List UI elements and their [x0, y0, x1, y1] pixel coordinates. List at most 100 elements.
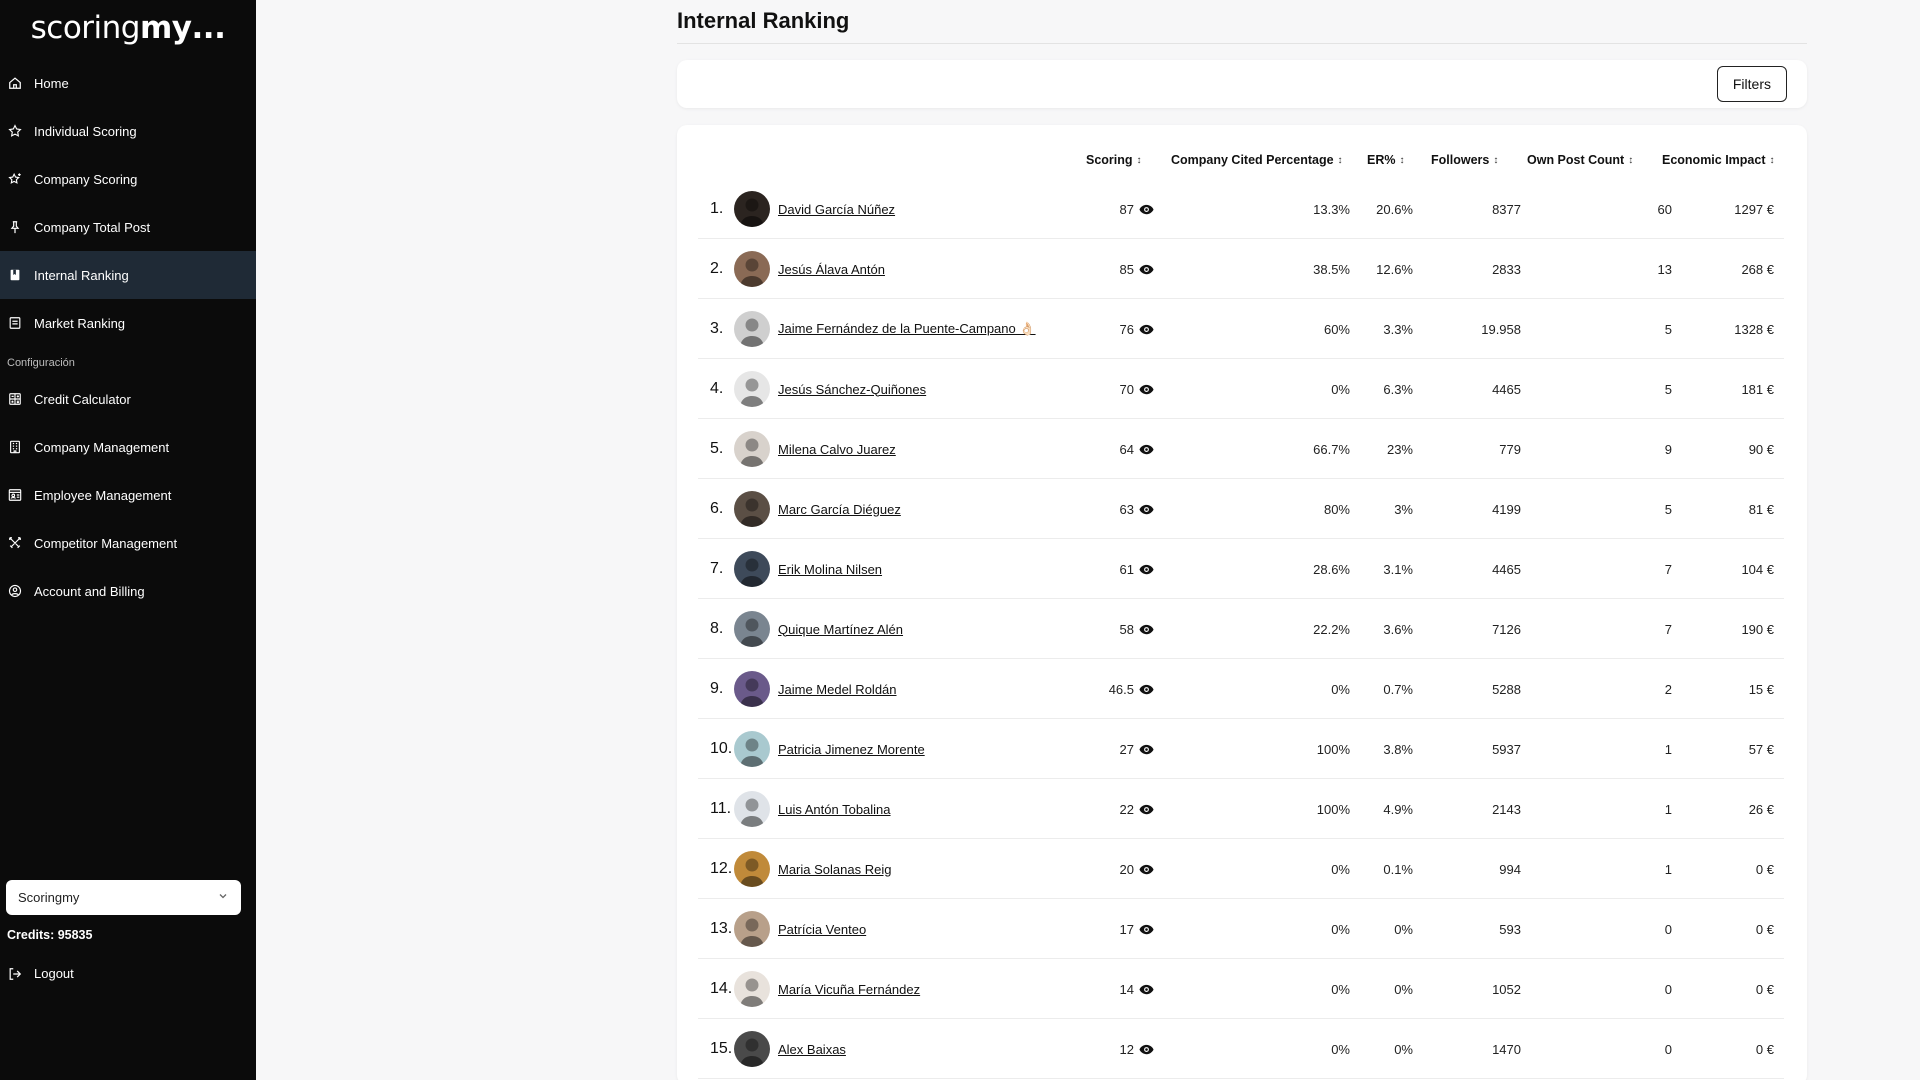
app-logo[interactable]: scoring my... [0, 0, 256, 52]
title-divider [677, 43, 1807, 44]
er-value: 0% [1394, 921, 1413, 937]
er-value: 3.8% [1383, 741, 1413, 757]
scoring-value: 20 [1119, 861, 1134, 877]
eye-icon[interactable] [1139, 564, 1154, 575]
avatar[interactable] [734, 971, 770, 1007]
impact-value: 15 € [1748, 681, 1774, 697]
cited-value: 100% [1316, 741, 1350, 757]
sidebar-item-company-total-post[interactable]: Company Total Post [0, 203, 256, 251]
filters-button[interactable]: Filters [1716, 66, 1787, 102]
eye-icon[interactable] [1139, 804, 1154, 815]
sidebar-item-employee-management[interactable]: Employee Management [0, 471, 256, 519]
avatar[interactable] [734, 791, 770, 827]
avatar[interactable] [734, 311, 770, 347]
sidebar-item-label: Company Scoring [34, 171, 138, 187]
eye-icon[interactable] [1139, 204, 1154, 215]
sidebar-item-account-billing[interactable]: Account and Billing [0, 567, 256, 615]
avatar[interactable] [734, 431, 770, 467]
employee-name-link[interactable]: Quique Martínez Alén [778, 599, 903, 659]
avatar[interactable] [734, 251, 770, 287]
employee-name-link[interactable]: Maria Solanas Reig [778, 839, 891, 899]
employee-name-link[interactable]: Jesús Sánchez-Quiñones [778, 359, 926, 419]
rank-number: 8. [710, 620, 724, 637]
employee-name-link[interactable]: Erik Molina Nilsen [778, 539, 882, 599]
impact-value: 0 € [1755, 981, 1774, 997]
cited-value: 0% [1331, 921, 1350, 937]
sidebar-item-company-scoring[interactable]: Company Scoring [0, 155, 256, 203]
eye-icon[interactable] [1139, 264, 1154, 275]
scoring-value: 76 [1119, 321, 1134, 337]
employee-name-link[interactable]: Marc García Diéguez [778, 479, 901, 539]
avatar[interactable] [734, 731, 770, 767]
eye-icon[interactable] [1139, 384, 1154, 395]
sidebar-item-internal-ranking[interactable]: Internal Ranking [0, 251, 256, 299]
sidebar-item-credit-calculator[interactable]: Credit Calculator [0, 375, 256, 423]
own-posts-value: 0 [1664, 921, 1672, 937]
avatar[interactable] [734, 551, 770, 587]
avatar[interactable] [734, 1031, 770, 1067]
eye-icon[interactable] [1139, 924, 1154, 935]
eye-icon[interactable] [1139, 984, 1154, 995]
eye-icon[interactable] [1139, 744, 1154, 755]
employee-name-link[interactable]: Jesús Álava Antón [778, 239, 885, 299]
eye-icon[interactable] [1139, 864, 1154, 875]
followers-value: 1052 [1492, 981, 1521, 997]
rank-number: 11. [710, 800, 732, 817]
column-header-er[interactable]: ER% ↕ [1367, 153, 1404, 167]
employee-name-link[interactable]: Jaime Fernández de la Puente-Campano 👌🏻 [778, 299, 1036, 359]
column-header-followers[interactable]: Followers ↕ [1431, 153, 1498, 167]
eye-icon[interactable] [1139, 444, 1154, 455]
sidebar-item-market-ranking[interactable]: Market Ranking [0, 299, 256, 347]
sidebar-item-individual-scoring[interactable]: Individual Scoring [0, 107, 256, 155]
impact-value: 90 € [1748, 441, 1774, 457]
sidebar-item-competitor-management[interactable]: Competitor Management [0, 519, 256, 567]
logout-button[interactable]: Logout [8, 966, 74, 981]
avatar[interactable] [734, 611, 770, 647]
avatar[interactable] [734, 191, 770, 227]
employee-name-link[interactable]: Patrícia Venteo [778, 899, 866, 959]
eye-icon[interactable] [1139, 1044, 1154, 1055]
table-row: 7. Erik Molina Nilsen 61 28.6% 3.1% 4465 7 104 … [698, 539, 1784, 599]
company-select[interactable]: Scoringmy [6, 880, 241, 915]
impact-value: 181 € [1741, 381, 1774, 397]
sidebar-item-label: Market Ranking [34, 315, 126, 331]
column-header-scoring[interactable]: Scoring ↕ [1086, 153, 1142, 167]
own-posts-value: 5 [1664, 321, 1672, 337]
scoring-value: 22 [1119, 801, 1134, 817]
employee-name-link[interactable]: Luis Antón Tobalina [778, 779, 891, 839]
sidebar-item-label: Credit Calculator [34, 391, 131, 407]
column-header-cited[interactable]: Company Cited Percentage ↕ [1171, 153, 1343, 167]
er-value: 23% [1386, 441, 1413, 457]
column-header-own-posts[interactable]: Own Post Count ↕ [1527, 153, 1633, 167]
sidebar-item-company-management[interactable]: Company Management [0, 423, 256, 471]
scoring-cell: 64 [1078, 419, 1154, 479]
table-header: Scoring ↕ Company Cited Percentage ↕ ER% ↕ … [677, 125, 1807, 187]
scoring-value: 12 [1119, 1041, 1134, 1057]
employee-name-link[interactable]: Patricia Jimenez Morente [778, 719, 925, 779]
avatar[interactable] [734, 671, 770, 707]
avatar[interactable] [734, 911, 770, 947]
sidebar-item-home[interactable]: Home [0, 59, 256, 107]
eye-icon[interactable] [1139, 504, 1154, 515]
scoring-value: 14 [1119, 981, 1134, 997]
own-posts-value: 0 [1664, 981, 1672, 997]
column-header-impact[interactable]: Economic Impact ↕ [1662, 153, 1775, 167]
employee-name-link[interactable]: Jaime Medel Roldán [778, 659, 897, 719]
avatar[interactable] [734, 491, 770, 527]
employee-name-link[interactable]: Milena Calvo Juarez [778, 419, 896, 479]
employee-name-link[interactable]: María Vicuña Fernández [778, 959, 920, 1019]
eye-icon[interactable] [1139, 684, 1154, 695]
ranking-table: Scoring ↕ Company Cited Percentage ↕ ER% ↕ … [677, 125, 1807, 1080]
scoring-cell: 87 [1078, 179, 1154, 239]
star-sparkle-icon [8, 172, 22, 186]
followers-value: 779 [1499, 441, 1521, 457]
rank-number: 9. [710, 680, 724, 697]
employee-name-link[interactable]: Alex Baixas [778, 1019, 846, 1079]
employee-name-link[interactable]: David García Núñez [778, 179, 895, 239]
eye-icon[interactable] [1139, 324, 1154, 335]
impact-value: 190 € [1741, 621, 1774, 637]
avatar[interactable] [734, 371, 770, 407]
cited-value: 28.6% [1313, 561, 1350, 577]
avatar[interactable] [734, 851, 770, 887]
eye-icon[interactable] [1139, 624, 1154, 635]
